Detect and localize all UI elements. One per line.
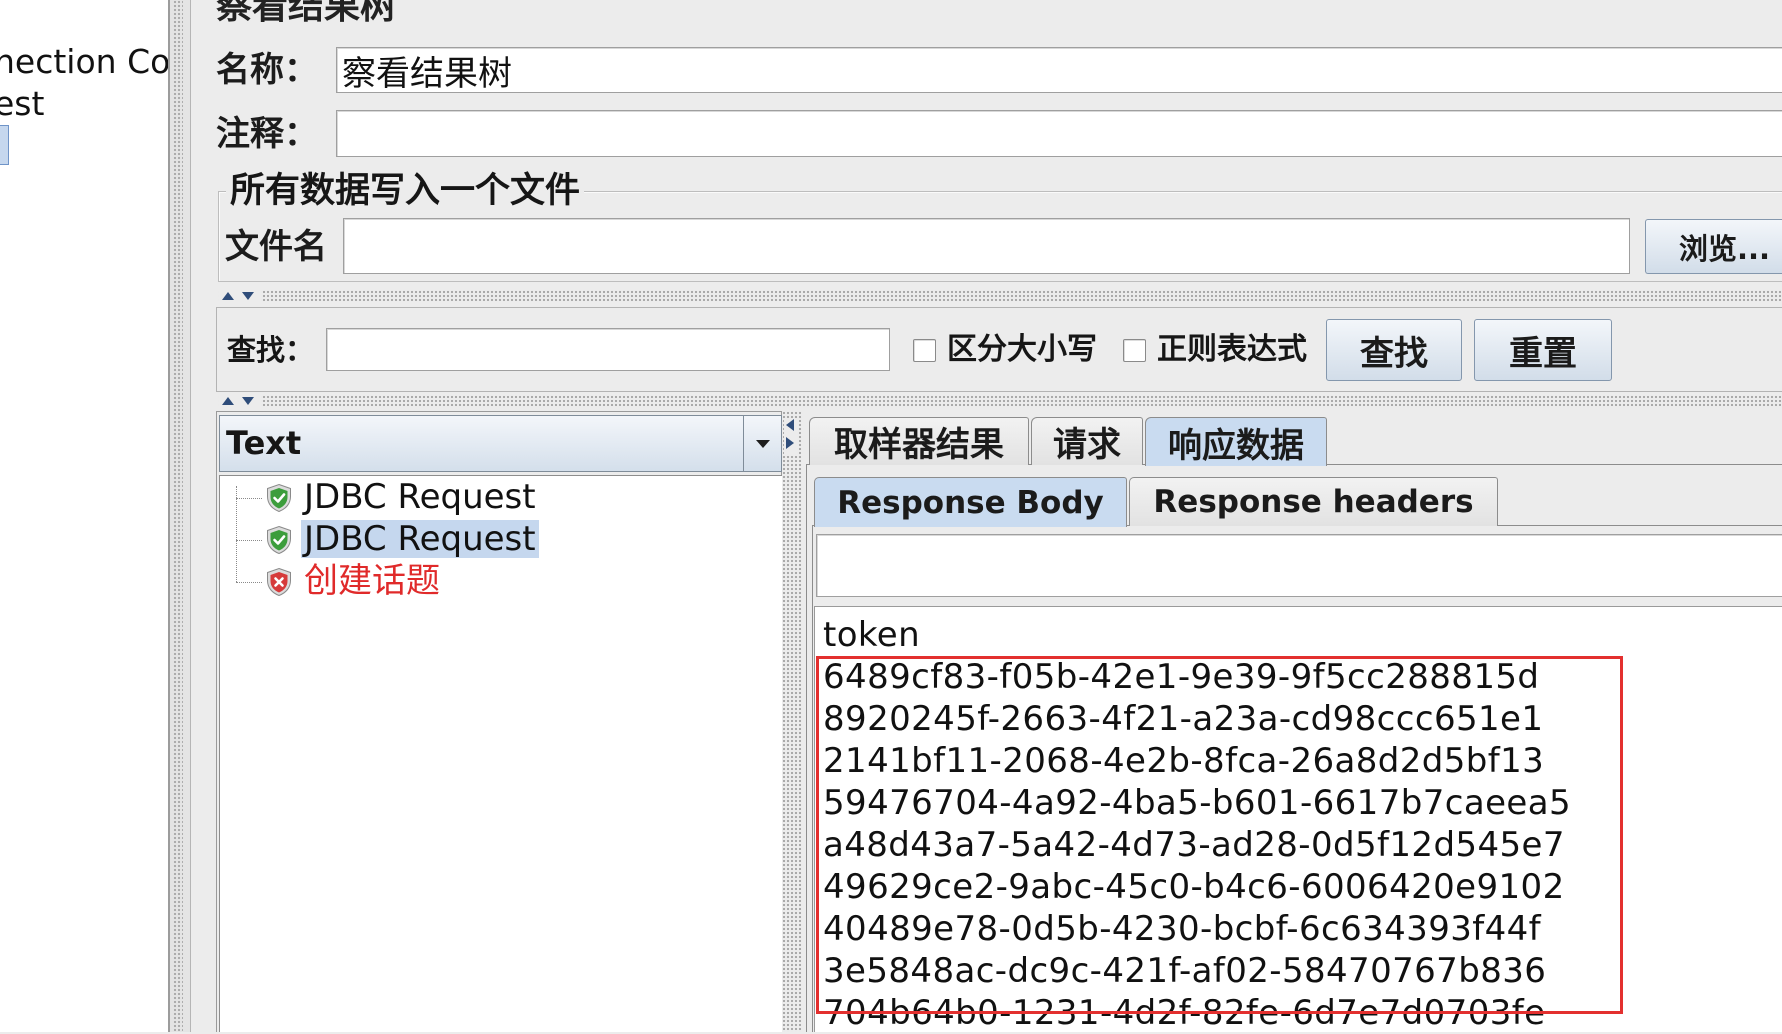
response-line: a48d43a7-5a42-4d73-ad28-0d5f12d545e7	[823, 825, 1565, 865]
collapse-left-icon[interactable]	[784, 418, 798, 431]
shield-check-icon	[264, 525, 294, 555]
response-line: 59476704-4a92-4ba5-b601-6617b7caeea5	[823, 783, 1571, 823]
filename-input[interactable]	[343, 218, 1630, 274]
response-line: 704b64b0-1231-4d2f-82fe-6d7e7d0703fe	[823, 993, 1546, 1033]
response-line: 49629ce2-9abc-45c0-b4c6-6006420e9102	[823, 867, 1565, 907]
results-tree-item[interactable]: JDBC Request	[264, 477, 564, 519]
name-label: 名称：	[216, 50, 318, 90]
dropdown-button[interactable]	[743, 416, 781, 471]
test-plan-tree: nection Co est	[0, 0, 168, 1032]
browse-button[interactable]: 浏览...	[1645, 219, 1782, 274]
filename-label: 文件名	[225, 227, 327, 267]
panel-title: 察看结果树	[216, 0, 397, 27]
tree-connector	[236, 486, 237, 582]
shield-check-icon	[264, 483, 294, 513]
tab-response-data[interactable]: 响应数据	[1145, 417, 1327, 466]
regex-checkbox[interactable]	[1123, 339, 1146, 362]
results-tree-item[interactable]: 创建话题	[264, 561, 564, 603]
tab-response-body[interactable]: Response Body	[814, 477, 1127, 527]
splitter-collapse-buttons	[784, 418, 798, 456]
write-to-file-group-title: 所有数据写入一个文件	[226, 171, 585, 211]
response-line: 40489e78-0d5b-4230-bcbf-6c634393f44f	[823, 909, 1542, 949]
response-line: 8920245f-2663-4f21-a23a-cd98ccc651e1	[823, 699, 1544, 739]
expand-down-icon[interactable]	[241, 291, 255, 301]
tree-connector	[236, 582, 262, 583]
comment-input[interactable]	[336, 110, 1782, 157]
horizontal-splitter[interactable]	[218, 395, 1782, 406]
renderer-select-value: Text	[226, 424, 302, 462]
splitter-collapse-buttons	[219, 290, 261, 301]
regex-label[interactable]: 正则表达式	[1157, 332, 1307, 368]
tab-response-headers[interactable]: Response headers	[1129, 477, 1498, 526]
tab-request[interactable]: 请求	[1031, 417, 1143, 465]
test-plan-tree-item[interactable]: nection Co	[0, 42, 168, 82]
chevron-down-icon	[755, 439, 770, 448]
tree-connector	[236, 498, 262, 499]
test-plan-tree-item[interactable]: est	[0, 84, 44, 124]
reset-button[interactable]: 重置	[1474, 319, 1612, 381]
response-line: token	[823, 615, 921, 655]
test-plan-tree-selected-row[interactable]	[0, 125, 9, 165]
comment-label: 注释：	[216, 114, 318, 154]
tree-connector	[236, 540, 262, 541]
renderer-select[interactable]: Text	[219, 415, 782, 472]
shield-error-icon	[264, 567, 294, 597]
case-sensitive-label[interactable]: 区分大小写	[947, 332, 1097, 368]
horizontal-splitter[interactable]	[218, 290, 1782, 301]
search-label: 查找：	[227, 333, 315, 367]
find-button[interactable]: 查找	[1326, 319, 1462, 381]
response-line: 2141bf11-2068-4e2b-8fca-26a8d2d5bf13	[823, 741, 1545, 781]
response-search-input[interactable]	[816, 534, 1782, 597]
main-split-divider[interactable]	[168, 0, 191, 1032]
expand-right-icon[interactable]	[784, 436, 798, 449]
vertical-splitter[interactable]	[782, 411, 802, 1032]
name-input[interactable]	[336, 47, 1782, 93]
response-line: 6489cf83-f05b-42e1-9e39-9f5cc288815d	[823, 657, 1540, 697]
response-body-content: token 6489cf83-f05b-42e1-9e39-9f5cc28881…	[823, 614, 1782, 1034]
search-input[interactable]	[326, 328, 890, 371]
results-tree-item-label: JDBC Request	[301, 520, 539, 558]
panel-title-area: 察看结果树	[191, 0, 791, 40]
expand-down-icon[interactable]	[241, 396, 255, 406]
case-sensitive-checkbox[interactable]	[913, 339, 936, 362]
collapse-up-icon[interactable]	[221, 291, 235, 301]
results-tree-item-label: JDBC Request	[304, 477, 536, 517]
results-tree-item[interactable]: JDBC Request	[264, 519, 564, 561]
collapse-up-icon[interactable]	[221, 396, 235, 406]
response-line: 3e5848ac-dc9c-421f-af02-58470767b836	[823, 951, 1547, 991]
results-tree-item-label: 创建话题	[304, 561, 440, 601]
tab-sampler-result[interactable]: 取样器结果	[809, 417, 1029, 465]
splitter-collapse-buttons	[219, 395, 261, 406]
